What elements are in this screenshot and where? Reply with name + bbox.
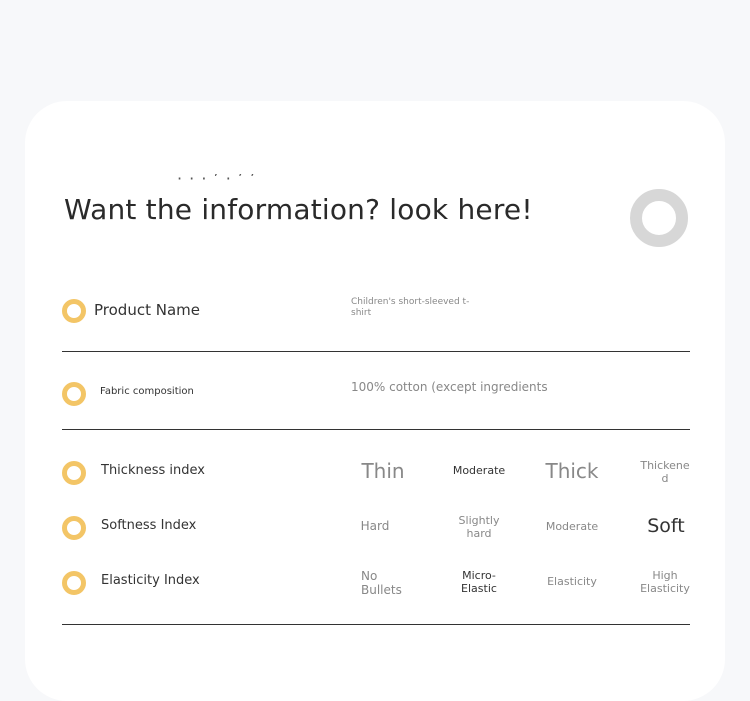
ring-bullet-icon [62,516,86,540]
ring-icon [630,189,688,247]
fabric-label: Fabric composition [100,386,194,397]
softness-option-hard[interactable]: Hard [361,519,390,533]
thickness-option-moderate[interactable]: Moderate [453,464,505,477]
softness-option-moderate[interactable]: Moderate [546,520,598,533]
page-title: Want the information? look here! [64,193,533,226]
softness-option-soft[interactable]: Soft [647,515,685,538]
clipped-header-text: · · · ʼ · ʼ ʼ [177,174,257,188]
divider [62,429,690,430]
elasticity-option-no-bullets[interactable]: No Bullets [361,569,402,598]
elasticity-option-micro-elastic[interactable]: Micro- Elastic [461,569,497,595]
fabric-value: 100% cotton (except ingredients [351,380,548,394]
elasticity-option-high-elasticity[interactable]: High Elasticity [640,569,690,595]
elasticity-option-elasticity[interactable]: Elasticity [547,575,597,588]
thickness-option-thick[interactable]: Thick [545,459,598,483]
divider [62,351,690,352]
thickness-label: Thickness index [101,463,205,478]
product-name-label: Product Name [94,301,200,319]
product-name-value: Children's short-sleeved t- shirt [351,297,470,318]
ring-bullet-icon [62,571,86,595]
thickness-option-thin[interactable]: Thin [361,459,404,483]
ring-bullet-icon [62,382,86,406]
thickness-option-thickened[interactable]: Thickene d [640,459,689,485]
ring-bullet-icon [62,299,86,323]
info-card [25,101,725,701]
softness-option-slightly-hard[interactable]: Slightly hard [459,514,500,540]
softness-label: Softness Index [101,518,197,533]
ring-bullet-icon [62,461,86,485]
elasticity-label: Elasticity Index [101,573,200,588]
